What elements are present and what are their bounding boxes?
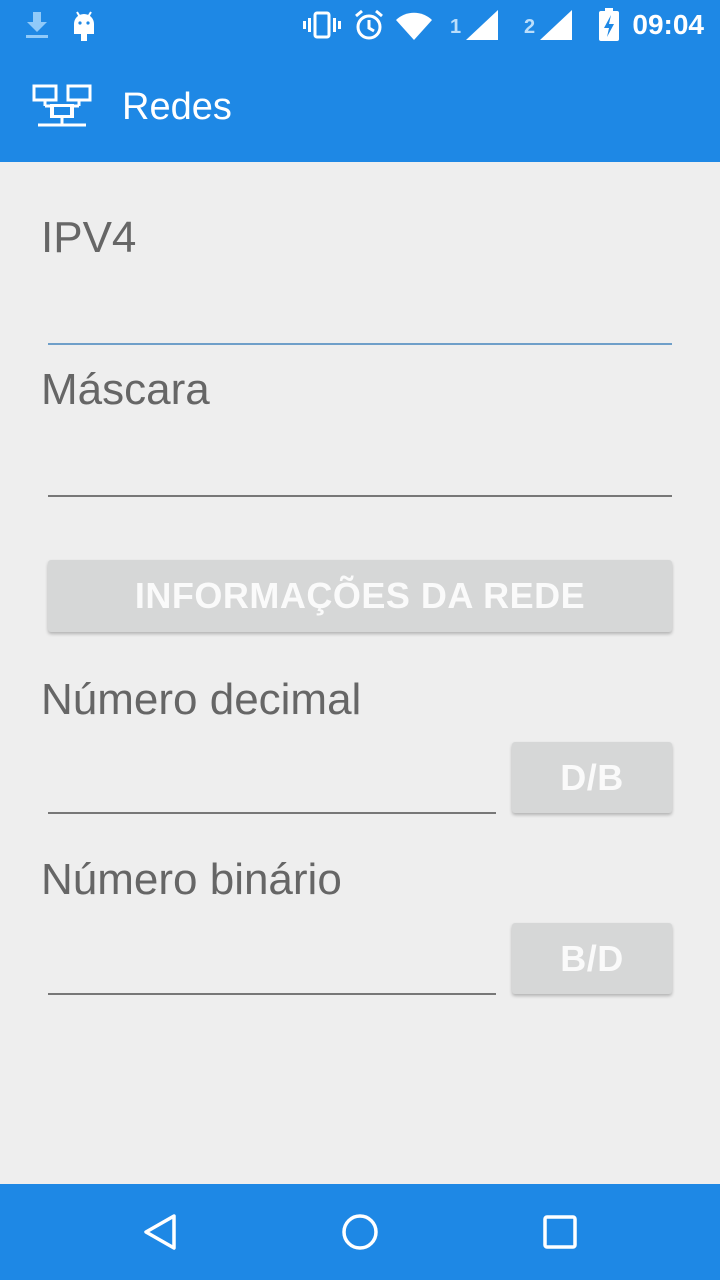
android-icon — [74, 11, 94, 41]
wifi-icon — [396, 12, 432, 40]
sim1-label: 1 — [450, 16, 462, 38]
mask-label: Máscara — [41, 365, 210, 414]
signal-icon — [540, 10, 572, 40]
home-icon[interactable] — [341, 1213, 379, 1251]
vibrate-icon — [303, 11, 341, 39]
mask-underline — [48, 495, 672, 497]
battery-charging-icon — [599, 8, 619, 41]
binary-underline — [48, 993, 496, 995]
binary-to-decimal-button[interactable]: B/D — [512, 923, 672, 994]
app-toolbar: Redes — [0, 50, 720, 162]
sim2-label: 2 — [524, 16, 536, 38]
decimal-to-binary-button[interactable]: D/B — [512, 742, 672, 813]
recents-icon[interactable] — [542, 1214, 578, 1250]
ipv4-label: IPV4 — [41, 213, 137, 262]
alarm-icon — [355, 9, 383, 40]
mask-input[interactable] — [48, 452, 674, 492]
binary-input[interactable] — [48, 951, 498, 991]
decimal-label: Número decimal — [41, 675, 362, 724]
signal-icon — [466, 10, 498, 40]
ipv4-underline — [48, 343, 672, 345]
navigation-bar — [0, 1184, 720, 1280]
back-icon[interactable] — [140, 1212, 180, 1252]
download-icon — [26, 12, 48, 38]
page-title: Redes — [122, 86, 232, 128]
binary-label: Número binário — [41, 855, 342, 904]
ipv4-input[interactable] — [48, 300, 674, 340]
decimal-input[interactable] — [48, 770, 498, 810]
status-bar: 1 2 09:04 — [0, 0, 720, 50]
network-info-button[interactable]: INFORMAÇÕES DA REDE — [48, 560, 672, 632]
network-icon — [32, 84, 92, 127]
status-clock: 09:04 — [632, 9, 704, 40]
decimal-underline — [48, 812, 496, 814]
